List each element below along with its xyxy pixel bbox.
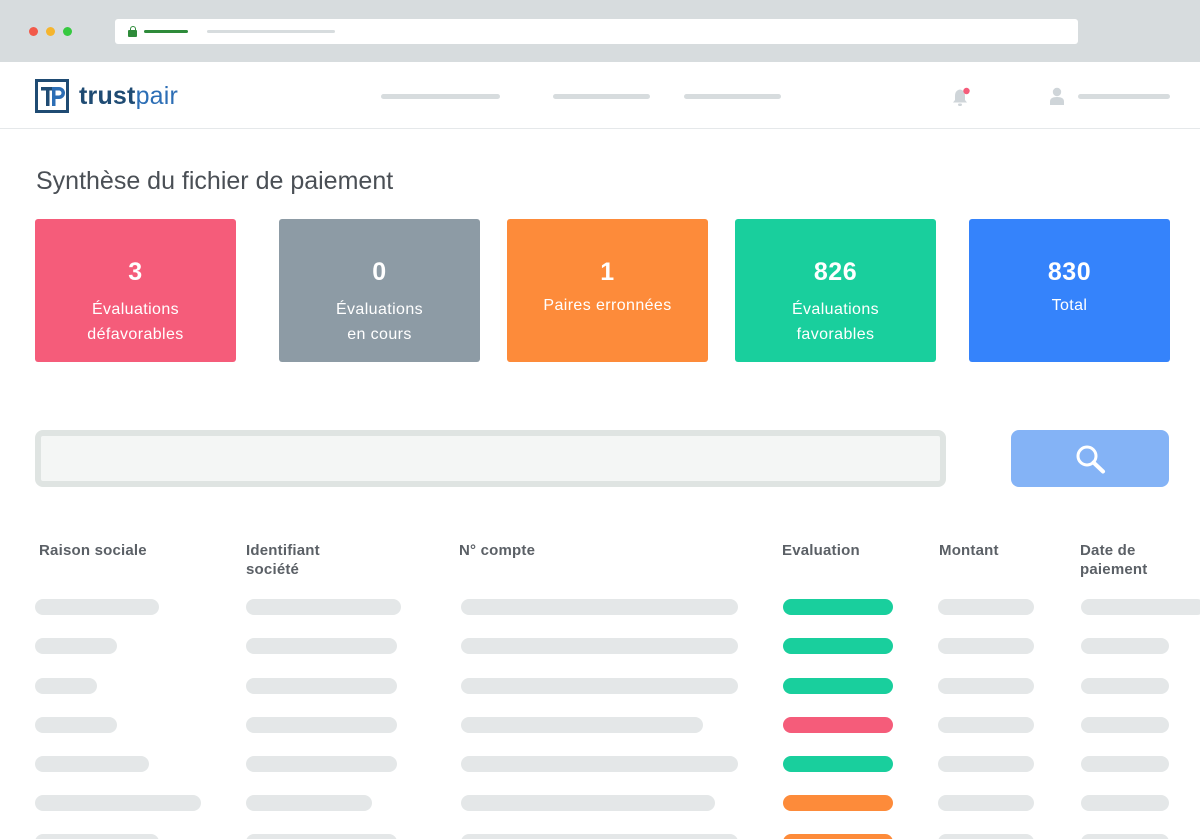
table-row[interactable] (0, 599, 1200, 615)
evaluation-status-erronee (783, 795, 893, 811)
column-header-amount[interactable]: Montant (939, 541, 999, 560)
card-value: 830 (1047, 258, 1092, 286)
card-in-progress[interactable]: 0 Évaluations en cours (279, 219, 480, 362)
card-total[interactable]: 830 Total (969, 219, 1170, 362)
column-header-company-name[interactable]: Raison sociale (39, 541, 147, 560)
search-button[interactable] (1011, 430, 1169, 487)
cell-account-number-placeholder (461, 756, 738, 772)
cell-company-name-placeholder (35, 599, 159, 615)
cell-payment-date-placeholder (1081, 756, 1169, 772)
evaluation-status-favorable (783, 599, 893, 615)
column-header-payment-date[interactable]: Date de paiement (1080, 541, 1147, 579)
evaluation-status-favorable (783, 678, 893, 694)
app-header: trustpair (0, 62, 1200, 129)
cell-company-id-placeholder (246, 599, 401, 615)
nav-item-3[interactable] (684, 94, 781, 99)
cell-account-number-placeholder (461, 834, 738, 839)
card-wrong-pairs[interactable]: 1 Paires erronnées (507, 219, 708, 362)
column-header-evaluation[interactable]: Evaluation (782, 541, 860, 560)
cell-amount-placeholder (938, 599, 1034, 615)
user-icon[interactable] (1049, 87, 1065, 105)
cell-account-number-placeholder (461, 795, 715, 811)
cell-payment-date-placeholder (1081, 834, 1169, 839)
cell-payment-date-placeholder (1081, 638, 1169, 654)
card-value: 1 (600, 258, 615, 286)
window-close-button[interactable] (29, 27, 38, 36)
card-label: Total (1051, 297, 1088, 314)
table-row[interactable] (0, 756, 1200, 772)
evaluation-status-favorable (783, 638, 893, 654)
card-value: 3 (128, 258, 143, 286)
bell-icon[interactable] (952, 87, 970, 107)
card-value: 826 (813, 258, 858, 286)
cell-account-number-placeholder (461, 638, 738, 654)
nav-item-2[interactable] (553, 94, 650, 99)
cell-amount-placeholder (938, 638, 1034, 654)
cell-payment-date-placeholder (1081, 678, 1169, 694)
cell-amount-placeholder (938, 756, 1034, 772)
table-row[interactable] (0, 795, 1200, 811)
cell-account-number-placeholder (461, 599, 738, 615)
cell-payment-date-placeholder (1081, 795, 1169, 811)
window-minimize-button[interactable] (46, 27, 55, 36)
card-unfavorable[interactable]: 3 Évaluations défavorables (35, 219, 236, 362)
notification-dot (963, 87, 970, 95)
cell-company-id-placeholder (246, 756, 397, 772)
cell-company-name-placeholder (35, 717, 117, 733)
logo[interactable]: trustpair (35, 79, 178, 113)
window-maximize-button[interactable] (63, 27, 72, 36)
cell-company-id-placeholder (246, 795, 372, 811)
address-bar[interactable] (115, 19, 1078, 44)
url-domain-placeholder (144, 30, 188, 33)
cell-company-id-placeholder (246, 834, 397, 839)
logo-mark-icon (35, 79, 69, 113)
cell-amount-placeholder (938, 834, 1034, 839)
evaluation-status-favorable (783, 756, 893, 772)
url-path-placeholder (207, 30, 335, 33)
column-header-account-number[interactable]: N° compte (459, 541, 535, 560)
cell-company-name-placeholder (35, 678, 97, 694)
cell-company-name-placeholder (35, 834, 159, 839)
table-row[interactable] (0, 834, 1200, 839)
cell-payment-date-placeholder (1081, 599, 1200, 615)
cell-amount-placeholder (938, 678, 1034, 694)
column-header-company-id[interactable]: Identifiant société (246, 541, 320, 579)
brand-name: trustpair (79, 82, 179, 110)
cell-company-name-placeholder (35, 756, 149, 772)
cell-company-id-placeholder (246, 638, 397, 654)
table-row[interactable] (0, 638, 1200, 654)
card-label: Paires erronnées (543, 297, 672, 314)
evaluation-status-erronee (783, 834, 893, 839)
card-value: 0 (372, 258, 387, 286)
card-label: Évaluations en cours (335, 301, 424, 343)
search-icon (1076, 445, 1105, 474)
evaluation-status-defavorable (783, 717, 893, 733)
nav-item-1[interactable] (381, 94, 500, 99)
page-title: Synthèse du fichier de paiement (36, 167, 394, 195)
cell-company-name-placeholder (35, 638, 117, 654)
search-input[interactable] (35, 430, 946, 487)
card-label: Évaluations favorables (791, 301, 880, 343)
browser-chrome (0, 0, 1200, 62)
user-name-placeholder[interactable] (1078, 94, 1170, 99)
cell-company-name-placeholder (35, 795, 201, 811)
cell-account-number-placeholder (461, 678, 738, 694)
cell-amount-placeholder (938, 795, 1034, 811)
cell-payment-date-placeholder (1081, 717, 1169, 733)
table-row[interactable] (0, 678, 1200, 694)
card-label: Évaluations défavorables (87, 301, 184, 343)
lock-icon (128, 26, 137, 37)
cell-amount-placeholder (938, 717, 1034, 733)
table-row[interactable] (0, 717, 1200, 733)
cell-company-id-placeholder (246, 678, 397, 694)
cell-account-number-placeholder (461, 717, 703, 733)
cell-company-id-placeholder (246, 717, 397, 733)
card-favorable[interactable]: 826 Évaluations favorables (735, 219, 936, 362)
